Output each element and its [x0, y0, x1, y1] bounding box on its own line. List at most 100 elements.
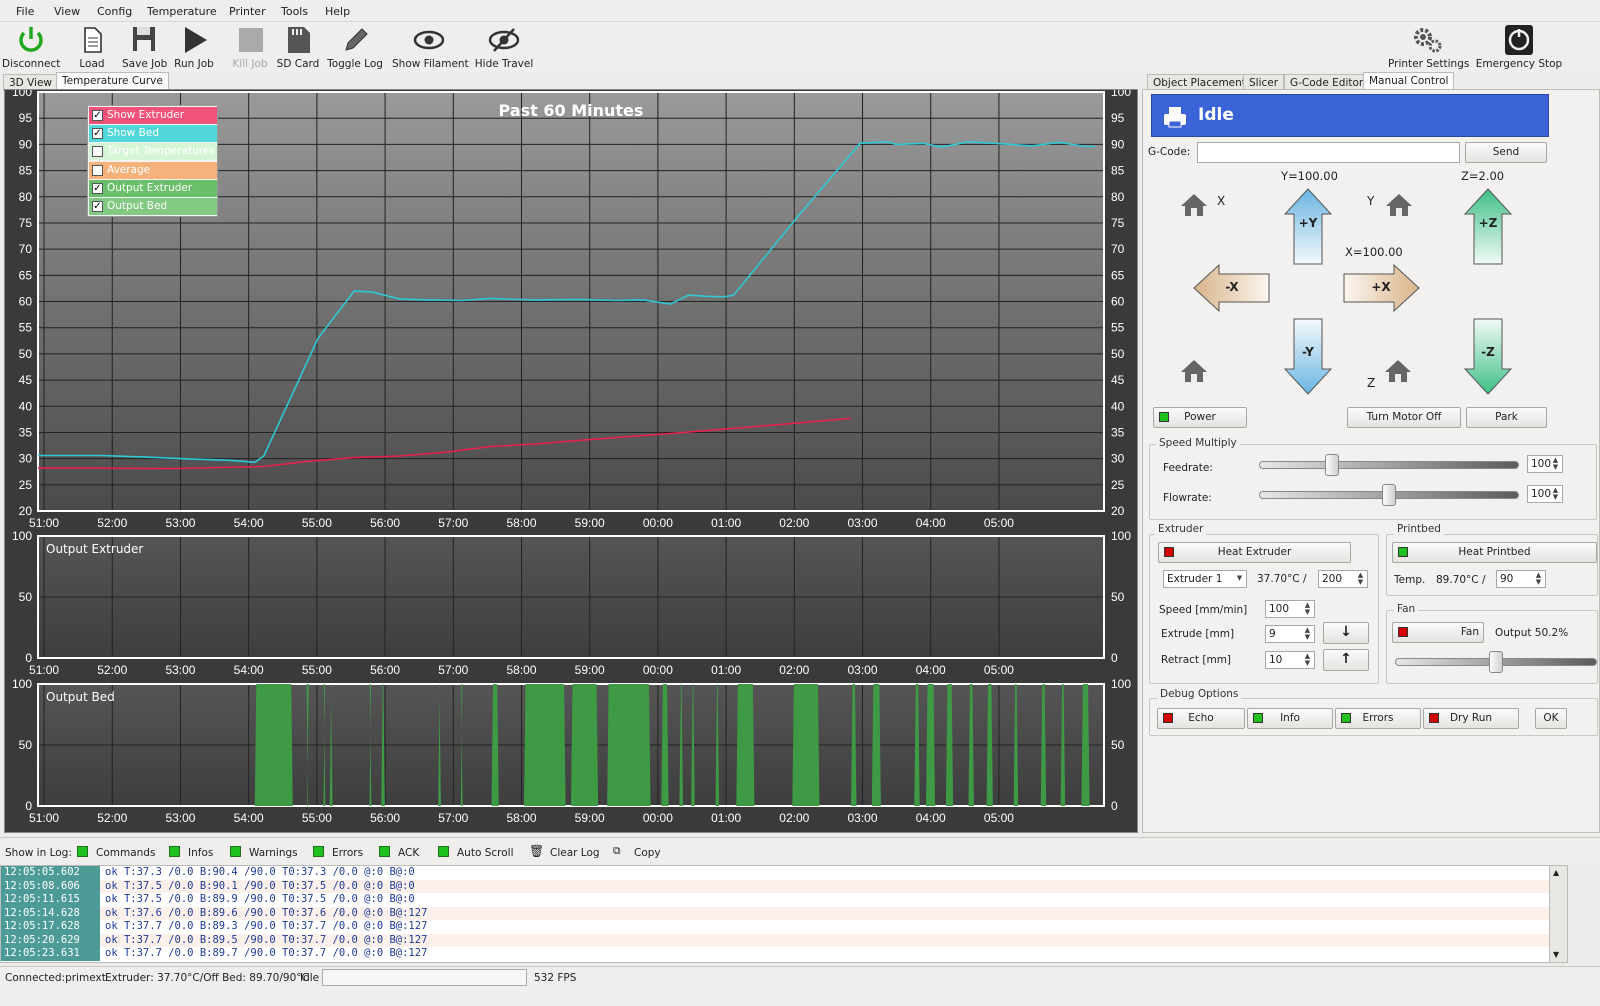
- errors-button[interactable]: Errors: [1335, 708, 1421, 729]
- home-z-icon[interactable]: [1383, 358, 1413, 384]
- log-row[interactable]: 12:05:11.615 ok T:37.5 /0.0 B:89.9 /90.0 …: [1, 893, 1551, 907]
- speed-multiply-title: Speed Multiply: [1156, 437, 1240, 449]
- bed-target-spinbox[interactable]: 90 ▲ ▼: [1496, 570, 1546, 588]
- printer-settings-button[interactable]: Printer Settings: [1388, 24, 1469, 72]
- run-job-button[interactable]: Run Job: [172, 24, 216, 72]
- log-row[interactable]: 12:05:23.631 ok T:37.7 /0.0 B:89.7 /90.0 …: [1, 947, 1551, 961]
- copy-log-button[interactable]: Copy: [634, 847, 661, 859]
- legend-item[interactable]: ✓ Show Bed: [89, 125, 217, 143]
- clear-log-button[interactable]: Clear Log: [550, 847, 600, 859]
- errors-toggle-icon[interactable]: [313, 846, 324, 857]
- log-commands-toggle[interactable]: Commands: [96, 847, 155, 859]
- power-icon: [19, 27, 43, 52]
- legend-item[interactable]: ✓ Output Bed: [89, 198, 217, 215]
- extrude-button[interactable]: ↓: [1323, 622, 1369, 644]
- log-row[interactable]: 12:05:05.602 ok T:37.3 /0.0 B:90.4 /90.0 …: [1, 866, 1551, 880]
- gcode-input[interactable]: [1197, 142, 1460, 163]
- log-infos-toggle[interactable]: Infos: [188, 847, 213, 859]
- save-job-button[interactable]: Save Job: [122, 24, 167, 72]
- feedrate-spinbox[interactable]: 100 ▲ ▼: [1527, 455, 1563, 473]
- toggle-log-button[interactable]: Toggle Log: [326, 24, 384, 72]
- auto-scroll-toggle-icon[interactable]: [438, 846, 449, 857]
- log-scrollbar[interactable]: ▲ ▼: [1549, 865, 1568, 963]
- legend-item[interactable]: ✓ Output Extruder: [89, 179, 217, 197]
- log-errors-toggle[interactable]: Errors: [332, 847, 363, 859]
- log-row[interactable]: 12:05:08.606 ok T:37.5 /0.0 B:90.1 /90.0 …: [1, 879, 1551, 893]
- commands-toggle-icon[interactable]: [77, 846, 88, 857]
- menu-view[interactable]: View: [54, 5, 80, 18]
- log-ack-toggle[interactable]: ACK: [398, 847, 419, 859]
- legend-item[interactable]: Target Temperatures: [89, 143, 217, 161]
- flowrate-spinbox[interactable]: 100 ▲ ▼: [1527, 485, 1563, 503]
- move-minus-z-button[interactable]: -Z: [1463, 317, 1513, 395]
- menu-temperature[interactable]: Temperature: [147, 5, 217, 18]
- extruder-target-spinbox[interactable]: 200 ▲ ▼: [1318, 570, 1368, 588]
- retract-button[interactable]: ↑: [1323, 649, 1369, 671]
- extrude-spinbox[interactable]: 9 ▲ ▼: [1265, 625, 1315, 643]
- heat-printbed-button[interactable]: Heat Printbed: [1392, 542, 1597, 563]
- scroll-up-icon[interactable]: ▲: [1553, 868, 1559, 877]
- log-row[interactable]: 12:05:20.629 ok T:37.7 /0.0 B:89.5 /90.0 …: [1, 933, 1551, 947]
- info-button[interactable]: Info: [1247, 708, 1333, 729]
- power-button[interactable]: Power: [1153, 407, 1247, 428]
- hide-travel-button[interactable]: Hide Travel: [474, 24, 534, 72]
- extruder-select[interactable]: Extruder 1 ▼: [1163, 570, 1247, 588]
- log-row[interactable]: 12:05:14.628 ok T:37.6 /0.0 B:89.6 /90.0 …: [1, 906, 1551, 920]
- emergency-stop-button[interactable]: Emergency Stop: [1474, 24, 1564, 72]
- infos-toggle-icon[interactable]: [169, 846, 180, 857]
- legend-item[interactable]: Average Temperatures: [89, 161, 217, 193]
- park-button[interactable]: Park: [1466, 407, 1547, 428]
- move-plus-y-button[interactable]: +Y: [1283, 188, 1333, 266]
- legend-item[interactable]: ✓ Show Extruder: [89, 107, 217, 124]
- log-list[interactable]: 12:05:05.602 ok T:37.3 /0.0 B:90.4 /90.0 …: [0, 865, 1568, 963]
- output-bed-area: [524, 684, 566, 806]
- home-y-icon[interactable]: [1384, 192, 1414, 218]
- feedrate-slider-handle[interactable]: [1324, 454, 1339, 476]
- move-plus-x-button[interactable]: +X: [1342, 263, 1420, 313]
- legend-checkbox[interactable]: ✓: [92, 201, 103, 212]
- move-plus-z-button[interactable]: +Z: [1463, 188, 1513, 266]
- log-auto-scroll-toggle[interactable]: Auto Scroll: [457, 847, 514, 859]
- turn-motor-off-button[interactable]: Turn Motor Off: [1347, 407, 1461, 428]
- legend-checkbox[interactable]: ✓: [92, 182, 103, 194]
- heat-extruder-button[interactable]: Heat Extruder: [1158, 542, 1351, 563]
- move-minus-x-button[interactable]: -X: [1193, 263, 1271, 313]
- tab-manual-control[interactable]: Manual Control: [1363, 72, 1455, 89]
- show-filament-button[interactable]: Show Filament: [392, 24, 469, 72]
- dry-run-button[interactable]: Dry Run: [1423, 708, 1519, 729]
- move-minus-y-button[interactable]: -Y: [1283, 317, 1333, 395]
- flowrate-slider-handle[interactable]: [1382, 484, 1396, 506]
- disconnect-button[interactable]: Disconnect: [2, 24, 60, 72]
- spin-arrows-icon: ▲ ▼: [1304, 652, 1311, 667]
- tab-temperature-curve[interactable]: Temperature Curve: [56, 72, 169, 89]
- menu-config[interactable]: Config: [97, 5, 132, 18]
- ack-toggle-icon[interactable]: [379, 846, 390, 857]
- menu-printer[interactable]: Printer: [229, 5, 266, 18]
- legend-checkbox[interactable]: [92, 146, 103, 158]
- home-x-icon[interactable]: [1179, 192, 1209, 218]
- scroll-down-icon[interactable]: ▼: [1553, 950, 1559, 959]
- legend-checkbox[interactable]: ✓: [92, 110, 103, 121]
- menu-help[interactable]: Help: [325, 5, 350, 18]
- warnings-toggle-icon[interactable]: [230, 846, 241, 857]
- log-row[interactable]: 12:05:17.628 ok T:37.7 /0.0 B:89.3 /90.0 …: [1, 920, 1551, 934]
- feedrate-slider[interactable]: [1259, 461, 1519, 469]
- log-warnings-toggle[interactable]: Warnings: [249, 847, 298, 859]
- speed-spinbox[interactable]: 100 ▲ ▼: [1265, 600, 1315, 618]
- menu-file[interactable]: File: [16, 5, 34, 18]
- echo-button[interactable]: Echo: [1157, 708, 1245, 729]
- sd-card-button[interactable]: SD Card: [276, 24, 320, 72]
- home-all-icon[interactable]: [1179, 358, 1209, 384]
- fan-button[interactable]: Fan: [1392, 622, 1484, 643]
- legend-checkbox[interactable]: ✓: [92, 128, 103, 140]
- legend-checkbox[interactable]: [92, 164, 103, 176]
- kill-job-button[interactable]: Kill Job: [230, 24, 270, 72]
- retract-spinbox[interactable]: 10 ▲ ▼: [1265, 651, 1315, 669]
- y-tick-label: 35: [19, 425, 33, 439]
- fan-slider-handle[interactable]: [1489, 651, 1504, 673]
- manual-control-panel: Idle G-Code: Send Y=100.00 Z=2.00 X=100.…: [1142, 89, 1600, 833]
- menu-tools[interactable]: Tools: [281, 5, 308, 18]
- load-button[interactable]: Load: [72, 24, 112, 72]
- debug-ok-button[interactable]: OK: [1535, 708, 1567, 729]
- send-button[interactable]: Send: [1465, 142, 1547, 163]
